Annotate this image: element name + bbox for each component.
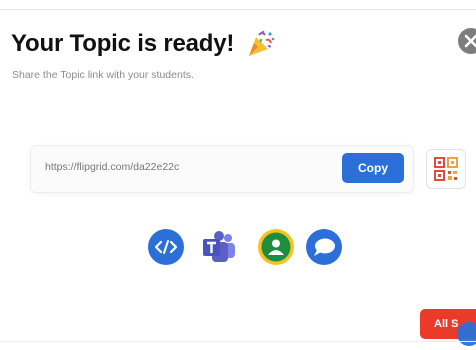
top-divider — [0, 9, 476, 10]
remind-chat-icon[interactable] — [305, 228, 343, 266]
qr-code-button[interactable] — [426, 149, 466, 189]
bottom-divider — [0, 341, 476, 342]
help-bubble-icon[interactable] — [457, 322, 476, 346]
share-topic-modal: Your Topic is ready! Share the Topic lin… — [0, 0, 476, 350]
topic-link-text[interactable]: https://flipgrid.com/da22e22c — [45, 161, 179, 173]
share-options — [0, 228, 476, 268]
all-sets-label: All S — [434, 318, 459, 330]
close-button[interactable] — [458, 28, 476, 54]
copy-button[interactable]: Copy — [342, 153, 404, 183]
modal-subtitle: Share the Topic link with your students. — [12, 69, 194, 81]
microsoft-teams-icon[interactable] — [200, 228, 238, 266]
topic-link-field[interactable]: https://flipgrid.com/da22e22c Copy — [30, 145, 414, 193]
close-icon — [464, 34, 476, 48]
party-popper-icon — [249, 30, 275, 56]
embed-code-icon[interactable] — [147, 228, 185, 266]
google-classroom-icon[interactable] — [257, 228, 295, 266]
modal-title: Your Topic is ready! — [11, 30, 235, 57]
qr-code-icon — [434, 157, 458, 181]
